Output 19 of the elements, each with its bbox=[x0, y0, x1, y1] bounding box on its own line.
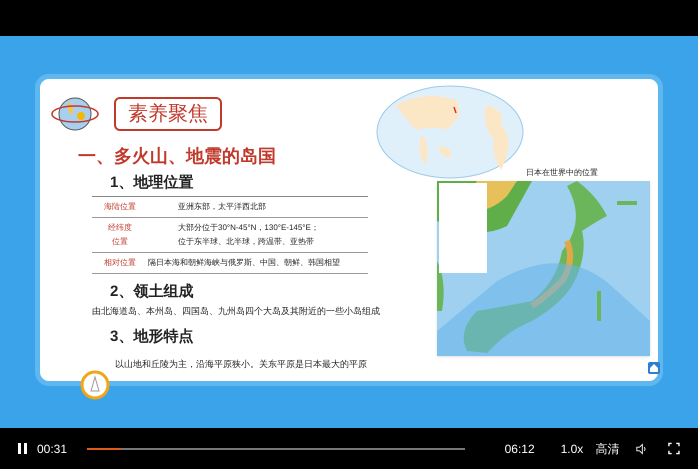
topic-badge: 素养聚焦 bbox=[114, 97, 222, 131]
row-label: 海陆位置 bbox=[103, 201, 137, 213]
section-title: 3、地形特点 bbox=[109, 328, 194, 344]
row-label: 相对位置 bbox=[103, 257, 137, 269]
row-value: 亚洲东部，太平洋西北部 bbox=[177, 201, 266, 213]
row-value: 隔日本海和朝鲜海峡与俄罗斯、中国、朝鲜、韩国相望 bbox=[148, 257, 340, 269]
map-caption: 日本在世界中的位置 bbox=[526, 167, 598, 179]
speed-button[interactable]: 1.0x bbox=[560, 440, 584, 458]
section-title: 2、领土组成 bbox=[109, 284, 194, 299]
elapsed-time: 00:31 bbox=[37, 440, 68, 458]
slide-heading: 一、多火山、地震的岛国 bbox=[77, 147, 277, 165]
section-text: 以山地和丘陵为主，沿海平原狭小。关东平原是日本最大的平原 bbox=[114, 358, 368, 370]
total-duration: 06:12 bbox=[504, 440, 535, 458]
section-title: 1、地理位置 bbox=[109, 175, 194, 190]
row-value: 位于东半球、北半球，跨温带、亚热带 bbox=[177, 236, 314, 248]
row-value: 大部分位于30°N-45°N，130°E-145°E； bbox=[177, 222, 319, 234]
quality-button[interactable]: 高清 bbox=[595, 440, 620, 458]
row-label: 经纬度 bbox=[107, 222, 133, 234]
row-label: 位置 bbox=[111, 236, 129, 248]
